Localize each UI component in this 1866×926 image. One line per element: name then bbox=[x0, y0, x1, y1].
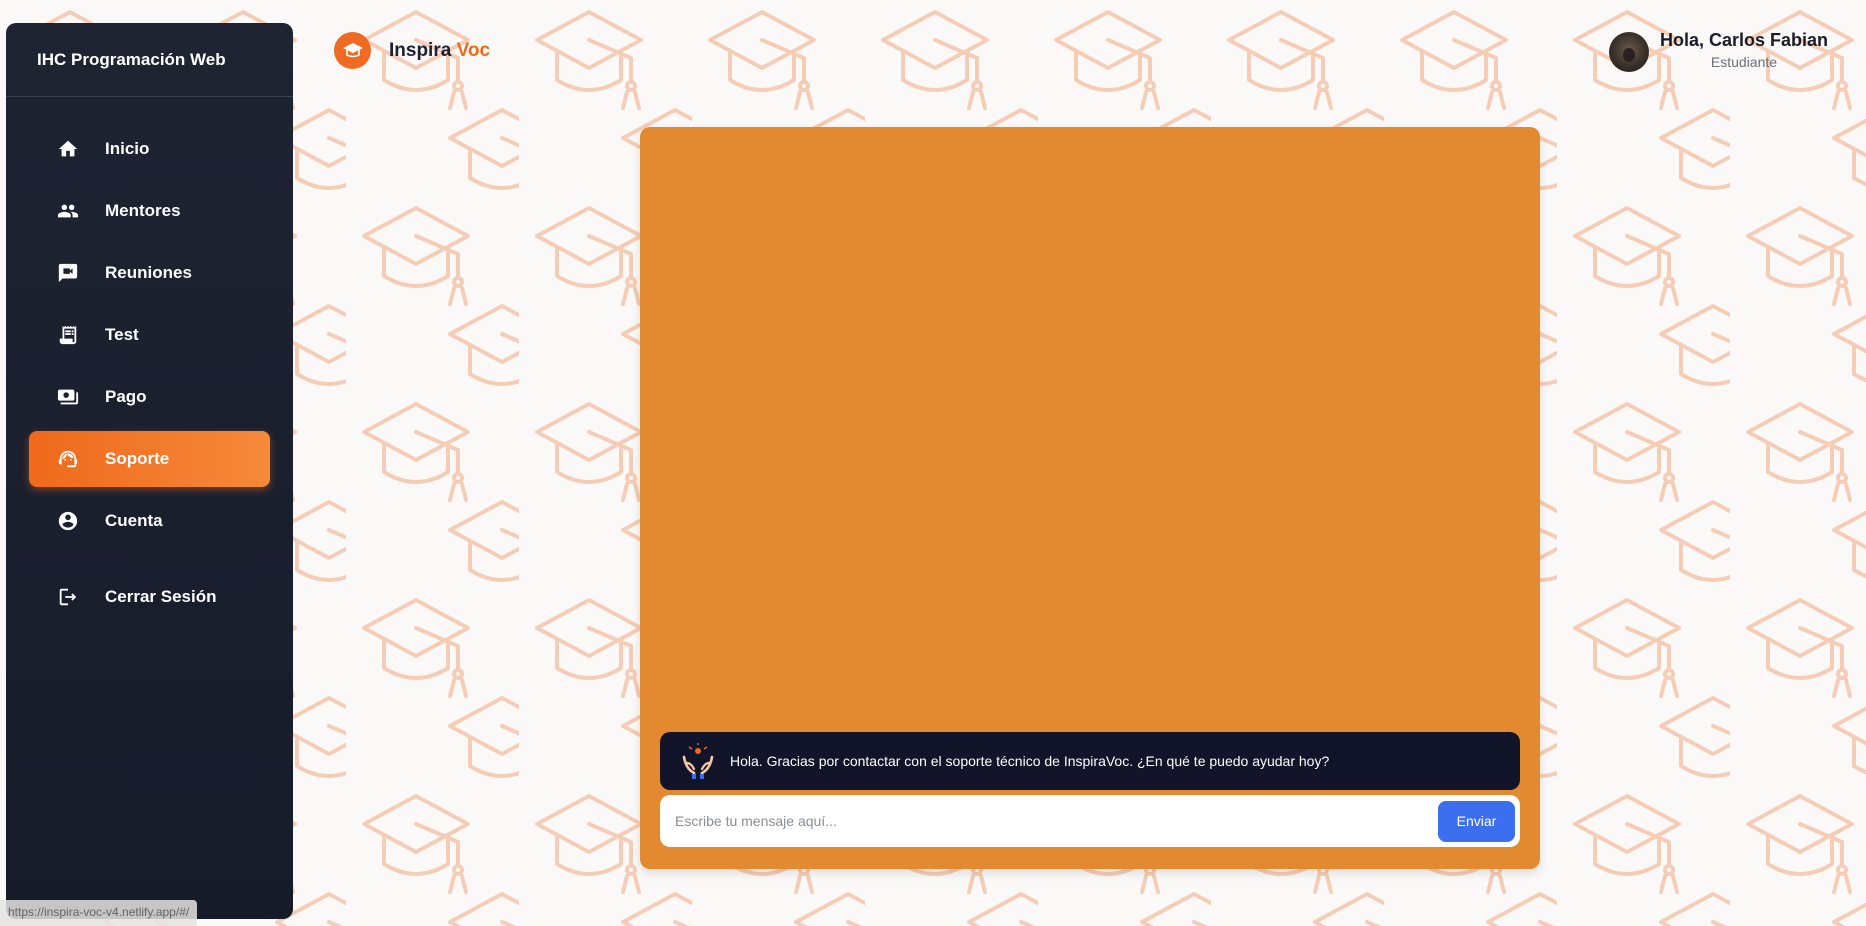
support-hands-icon bbox=[682, 743, 714, 779]
user-greeting: Hola, Carlos Fabian bbox=[1659, 30, 1828, 50]
sidebar-item-label: Cuenta bbox=[105, 511, 163, 530]
brand-name: Inspira Voc bbox=[389, 40, 490, 62]
payment-icon bbox=[57, 386, 79, 408]
sidebar-item-label: Test bbox=[105, 325, 139, 344]
sidebar-item-label: Reuniones bbox=[105, 263, 192, 282]
bot-message-text: Hola. Gracias por contactar con el sopor… bbox=[730, 753, 1330, 769]
sidebar-item-label: Inicio bbox=[105, 139, 150, 158]
sidebar-title: IHC Programación Web bbox=[6, 23, 293, 97]
sidebar-item-reuniones[interactable]: Reuniones bbox=[29, 245, 270, 301]
graduation-cap-icon bbox=[342, 42, 363, 57]
sidebar-item-soporte[interactable]: Soporte bbox=[29, 431, 270, 487]
sidebar-item-label: Mentores bbox=[105, 201, 181, 220]
sidebar-item-label: Soporte bbox=[105, 449, 170, 468]
brand-name-part2: Voc bbox=[456, 39, 491, 61]
status-bar-url: https://inspira-voc-v4.netlify.app/#/ bbox=[0, 900, 198, 926]
sidebar-item-label: Pago bbox=[105, 387, 147, 406]
receipt-icon bbox=[57, 324, 79, 346]
user-role: Estudiante bbox=[1710, 54, 1778, 70]
brand[interactable]: Inspira Voc bbox=[334, 32, 490, 69]
sidebar-nav: Inicio Mentores Reuniones Test Pago Sopo… bbox=[6, 97, 293, 625]
video-chat-icon bbox=[57, 262, 79, 284]
sidebar-item-cuenta[interactable]: Cuenta bbox=[29, 493, 270, 549]
user-profile[interactable]: Hola, Carlos Fabian Estudiante bbox=[1608, 30, 1828, 72]
people-icon bbox=[57, 200, 79, 222]
sidebar-item-mentores[interactable]: Mentores bbox=[29, 183, 270, 239]
avatar[interactable] bbox=[1608, 32, 1649, 72]
chat-message-input[interactable] bbox=[675, 813, 1438, 829]
logout-label: Cerrar Sesión bbox=[105, 587, 217, 606]
logout-button[interactable]: Cerrar Sesión bbox=[29, 569, 270, 625]
brand-name-part1: Inspira bbox=[389, 39, 452, 61]
chat-input-bar: Enviar bbox=[660, 795, 1520, 847]
support-chat-panel: Hola. Gracias por contactar con el sopor… bbox=[640, 127, 1540, 869]
home-icon bbox=[57, 138, 79, 160]
sidebar-item-pago[interactable]: Pago bbox=[29, 369, 270, 425]
bot-message: Hola. Gracias por contactar con el sopor… bbox=[660, 732, 1520, 790]
logout-icon bbox=[57, 586, 79, 608]
sidebar-item-inicio[interactable]: Inicio bbox=[29, 121, 270, 177]
sidebar: IHC Programación Web Inicio Mentores Reu… bbox=[6, 23, 293, 919]
sidebar-item-test[interactable]: Test bbox=[29, 307, 270, 363]
support-agent-icon bbox=[57, 448, 79, 470]
account-circle-icon bbox=[57, 510, 79, 532]
send-button[interactable]: Enviar bbox=[1438, 800, 1515, 842]
brand-logo bbox=[334, 32, 371, 69]
